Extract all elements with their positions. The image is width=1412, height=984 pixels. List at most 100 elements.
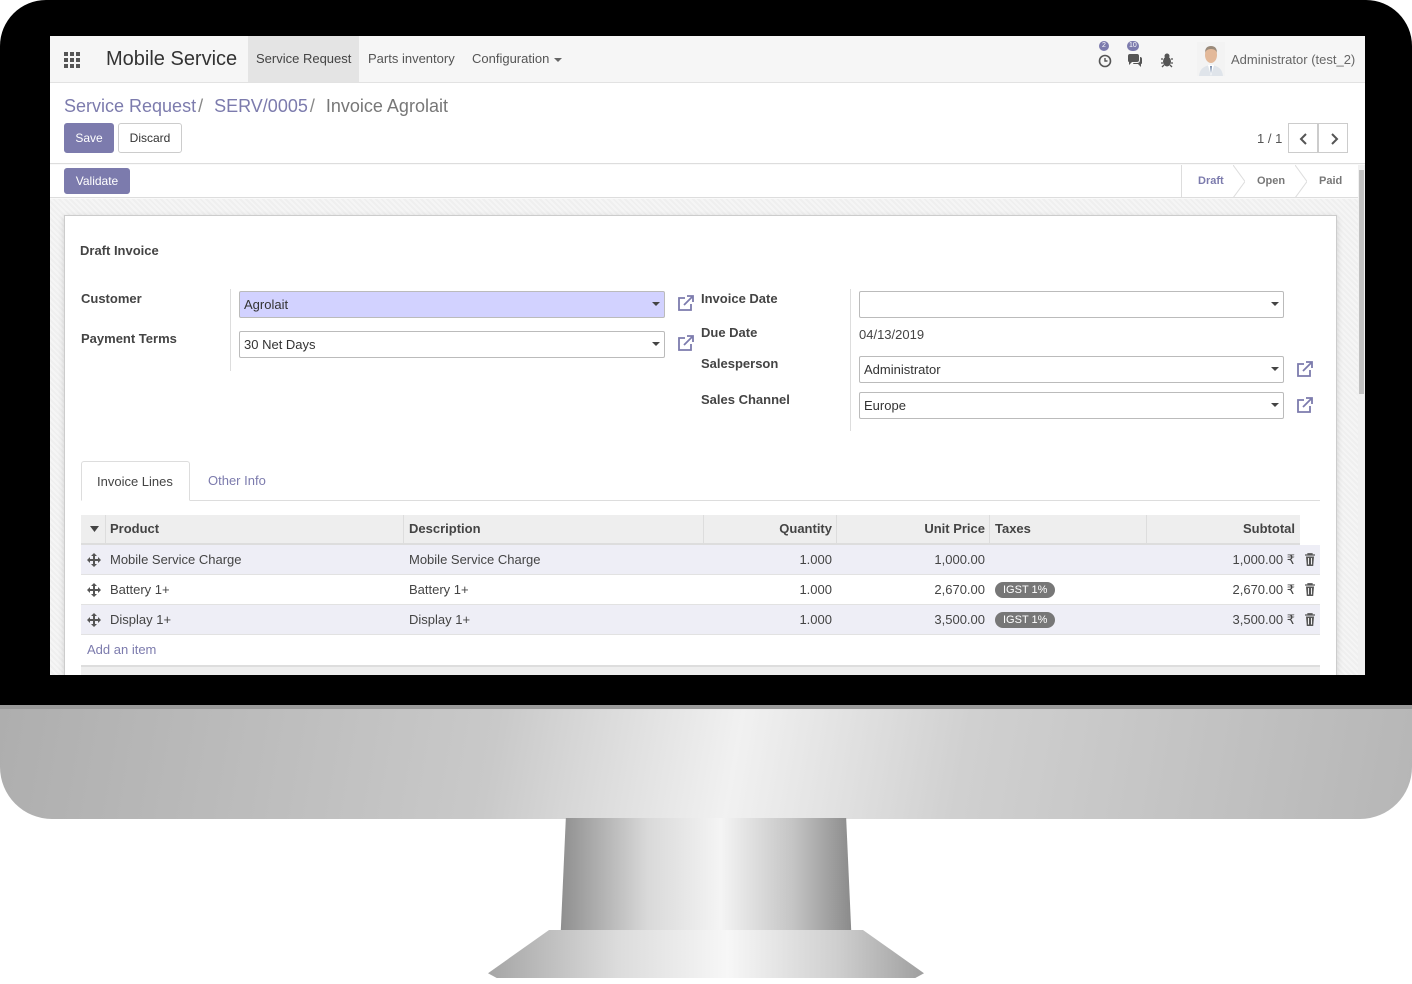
app-screen: Mobile Service Service Request Parts inv… bbox=[50, 36, 1365, 675]
external-link-icon[interactable] bbox=[676, 293, 696, 313]
invoice-date-label: Invoice Date bbox=[701, 291, 778, 306]
table-row[interactable]: Display 1+ Display 1+ 1.000 3,500.00 IGS… bbox=[81, 605, 1320, 635]
control-panel: Service Request / SERV/0005/ Invoice Agro… bbox=[50, 83, 1365, 164]
cell-unit-price: 1,000.00 bbox=[934, 552, 985, 567]
drag-handle-icon[interactable] bbox=[87, 553, 101, 567]
dropdown-caret-icon bbox=[1271, 403, 1279, 407]
cell-product: Battery 1+ bbox=[110, 582, 170, 597]
due-date-value: 04/13/2019 bbox=[859, 327, 925, 342]
column-description[interactable]: Description bbox=[409, 515, 481, 543]
breadcrumb-current: Invoice Agrolait bbox=[325, 96, 448, 116]
activity-count-badge: 2 bbox=[1099, 41, 1109, 51]
cell-subtotal: 1,000.00 ₹ bbox=[1232, 552, 1296, 567]
cell-product: Mobile Service Charge bbox=[110, 552, 242, 567]
menu-service-request[interactable]: Service Request bbox=[248, 36, 360, 82]
tab-other-info[interactable]: Other Info bbox=[193, 461, 281, 501]
field-group-divider bbox=[850, 289, 851, 431]
notebook-tabs: Invoice Lines Other Info bbox=[81, 461, 1320, 501]
chevron-left-icon bbox=[1299, 133, 1307, 145]
column-quantity[interactable]: Quantity bbox=[703, 515, 832, 543]
save-button[interactable]: Save bbox=[64, 123, 114, 153]
customer-label: Customer bbox=[81, 291, 142, 306]
chat-icon[interactable] bbox=[1127, 52, 1143, 68]
trash-icon[interactable] bbox=[1304, 553, 1316, 566]
table-row[interactable]: Battery 1+ Battery 1+ 1.000 2,670.00 IGS… bbox=[81, 575, 1320, 605]
cell-description: Battery 1+ bbox=[409, 582, 469, 597]
add-item-link[interactable]: Add an item bbox=[87, 642, 156, 657]
column-unit-price[interactable]: Unit Price bbox=[836, 515, 985, 543]
menu-configuration[interactable]: Configuration bbox=[464, 36, 570, 82]
column-separator bbox=[105, 515, 106, 543]
column-subtotal[interactable]: Subtotal bbox=[1146, 515, 1295, 543]
cell-product: Display 1+ bbox=[110, 612, 172, 627]
cell-quantity: 1.000 bbox=[799, 552, 832, 567]
pager-next-button[interactable] bbox=[1318, 123, 1348, 153]
breadcrumb: Service Request / SERV/0005/ Invoice Agro… bbox=[64, 96, 448, 116]
validate-button[interactable]: Validate bbox=[64, 168, 130, 194]
sort-caret-icon[interactable] bbox=[90, 526, 99, 532]
salesperson-select[interactable]: Administrator bbox=[859, 356, 1284, 383]
pager-previous-button[interactable] bbox=[1288, 123, 1318, 153]
clock-icon[interactable] bbox=[1097, 52, 1113, 68]
user-menu[interactable]: Administrator (test_2) bbox=[1231, 52, 1355, 67]
dropdown-caret-icon bbox=[652, 302, 660, 306]
caret-down-icon bbox=[554, 57, 563, 62]
user-avatar[interactable] bbox=[1197, 42, 1225, 76]
sales-channel-select[interactable]: Europe bbox=[859, 392, 1284, 419]
tax-badge: IGST 1% bbox=[995, 582, 1056, 598]
invoice-lines-header: Product Description Quantity Unit Price … bbox=[81, 515, 1300, 545]
discard-button[interactable]: Discard bbox=[118, 123, 182, 153]
column-separator bbox=[989, 515, 990, 543]
field-group-divider bbox=[230, 289, 231, 371]
dropdown-caret-icon bbox=[652, 342, 660, 346]
breadcrumb-service-request[interactable]: Service Request bbox=[64, 96, 196, 116]
salesperson-label: Salesperson bbox=[701, 356, 779, 371]
external-link-icon[interactable] bbox=[1295, 359, 1315, 379]
monitor-stand-neck bbox=[560, 818, 852, 948]
trash-icon[interactable] bbox=[1304, 613, 1316, 626]
sales-channel-label: Sales Channel bbox=[701, 392, 790, 407]
cell-description: Mobile Service Charge bbox=[409, 552, 541, 567]
tax-badge: IGST 1% bbox=[995, 612, 1056, 628]
message-count-badge: 10 bbox=[1127, 41, 1139, 51]
payment-terms-select[interactable]: 30 Net Days bbox=[239, 331, 665, 358]
apps-menu-icon[interactable] bbox=[64, 52, 80, 68]
column-product[interactable]: Product bbox=[110, 515, 159, 543]
status-draft[interactable]: Draft bbox=[1188, 165, 1234, 198]
status-separator-arrow bbox=[1233, 165, 1245, 198]
status-paid[interactable]: Paid bbox=[1309, 165, 1352, 198]
statusbar-divider bbox=[1181, 165, 1182, 198]
dropdown-caret-icon bbox=[1271, 302, 1279, 306]
trash-icon[interactable] bbox=[1304, 583, 1316, 596]
drag-handle-icon[interactable] bbox=[87, 583, 101, 597]
tab-invoice-lines[interactable]: Invoice Lines bbox=[81, 461, 190, 501]
cell-subtotal: 3,500.00 ₹ bbox=[1232, 612, 1296, 627]
form-title: Draft Invoice bbox=[80, 243, 159, 258]
form-statusbar: Validate Draft Open Paid bbox=[50, 165, 1358, 198]
breadcrumb-serv-0005[interactable]: SERV/0005 bbox=[214, 96, 308, 116]
monitor-stand-base bbox=[488, 930, 924, 978]
scrollbar-thumb[interactable] bbox=[1359, 170, 1364, 394]
sales-channel-value: Europe bbox=[864, 398, 906, 413]
external-link-icon[interactable] bbox=[676, 333, 696, 353]
cell-quantity: 1.000 bbox=[799, 612, 832, 627]
bug-icon[interactable] bbox=[1159, 52, 1175, 68]
drag-handle-icon[interactable] bbox=[87, 613, 101, 627]
customer-select[interactable]: Agrolait bbox=[239, 291, 665, 318]
app-brand[interactable]: Mobile Service bbox=[106, 48, 237, 71]
pager-value[interactable]: 1 / 1 bbox=[1257, 131, 1282, 146]
dropdown-caret-icon bbox=[1271, 367, 1279, 371]
menu-parts-inventory[interactable]: Parts inventory bbox=[360, 36, 463, 82]
table-row[interactable]: Mobile Service Charge Mobile Service Cha… bbox=[81, 545, 1320, 575]
external-link-icon[interactable] bbox=[1295, 395, 1315, 415]
invoice-date-input[interactable] bbox=[859, 291, 1284, 318]
chevron-right-icon bbox=[1331, 133, 1339, 145]
top-navbar: Mobile Service Service Request Parts inv… bbox=[50, 36, 1365, 83]
due-date-label: Due Date bbox=[701, 325, 758, 340]
invoice-lines-footer bbox=[81, 665, 1320, 675]
column-taxes[interactable]: Taxes bbox=[995, 515, 1031, 543]
status-open[interactable]: Open bbox=[1247, 165, 1295, 198]
cell-description: Display 1+ bbox=[409, 612, 471, 627]
cell-unit-price: 3,500.00 bbox=[934, 612, 985, 627]
customer-value: Agrolait bbox=[244, 297, 289, 312]
